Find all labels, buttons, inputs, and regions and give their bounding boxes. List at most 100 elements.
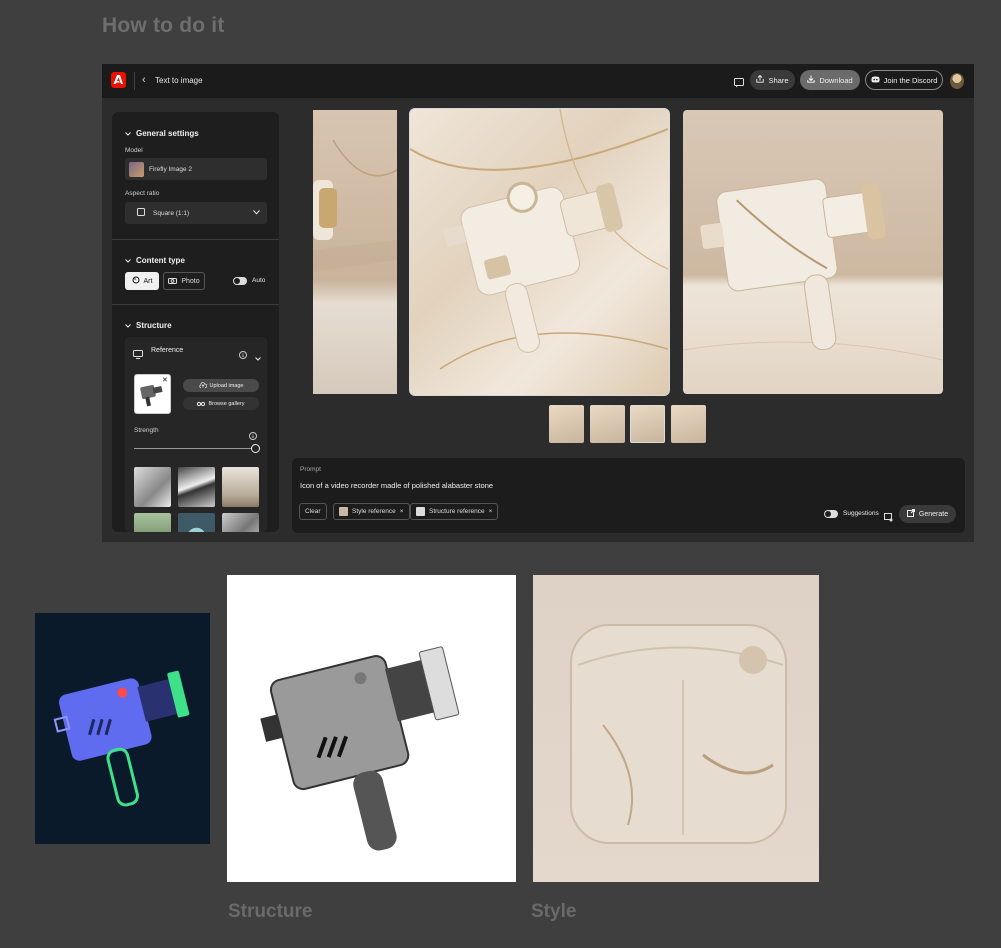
download-button[interactable]: Download — [800, 70, 860, 90]
structure-reference-panel: Reference ✕ Upload image Browse gallery … — [125, 337, 267, 532]
breadcrumb[interactable]: Text to image — [155, 76, 203, 85]
chevron-down-icon[interactable] — [255, 348, 261, 366]
download-icon — [807, 75, 815, 85]
suggestions-toggle[interactable] — [824, 510, 838, 518]
model-thumbnail — [129, 161, 144, 177]
clear-label: Clear — [305, 508, 321, 515]
suggestions-icon[interactable] — [884, 509, 893, 527]
divider — [112, 239, 279, 240]
structure-caption: Structure — [228, 901, 313, 922]
chat-icon[interactable] — [734, 75, 744, 88]
prompt-label: Prompt — [300, 466, 321, 473]
auto-label: Auto — [252, 277, 266, 284]
variation-thumb-3-selected[interactable] — [630, 405, 665, 443]
info-icon[interactable] — [239, 346, 247, 364]
structure-title: Structure — [136, 321, 172, 330]
generated-image-right[interactable] — [683, 110, 943, 394]
prompt-panel: Prompt Icon of a video recorder madle of… — [292, 458, 965, 533]
content-type-header[interactable]: Content type — [125, 256, 185, 265]
share-label: Share — [768, 75, 789, 85]
strength-label: Strength — [134, 427, 159, 434]
clear-button[interactable]: Clear — [299, 503, 327, 520]
binoculars-icon — [197, 400, 206, 408]
discord-label: Join the Discord — [883, 75, 938, 85]
structure-reference-thumbnail — [416, 507, 425, 516]
photo-label: Photo — [181, 277, 200, 285]
chevron-down-icon — [253, 210, 260, 217]
browse-gallery-button[interactable]: Browse gallery — [183, 397, 259, 410]
gallery-thumb-field[interactable] — [134, 513, 171, 532]
chevron-down-icon — [125, 129, 131, 138]
close-icon[interactable]: × — [489, 508, 493, 515]
reference-image[interactable]: ✕ — [134, 374, 171, 414]
page-heading: How to do it — [102, 14, 225, 37]
variation-thumb-1[interactable] — [549, 405, 584, 443]
aspect-ratio-value: Square (1:1) — [153, 209, 190, 217]
generated-image-partial-left[interactable] — [313, 110, 397, 394]
reference-icon — [133, 346, 143, 364]
art-label: Art — [143, 277, 153, 285]
generate-icon — [906, 509, 915, 519]
structure-reference-chip[interactable]: Structure reference × — [410, 503, 499, 520]
strength-slider-handle[interactable] — [251, 444, 260, 453]
upload-label: Upload image — [209, 382, 244, 389]
close-icon[interactable]: ✕ — [162, 376, 168, 384]
prompt-input[interactable]: Icon of a video recorder madle of polish… — [300, 481, 493, 490]
join-discord-button[interactable]: Join the Discord — [865, 70, 943, 90]
content-type-title: Content type — [136, 256, 185, 265]
general-settings-header[interactable]: General settings — [125, 129, 199, 138]
suggestions-label: Suggestions — [843, 510, 879, 517]
camera-icon — [168, 277, 178, 286]
gallery-thumb-sketch[interactable] — [134, 467, 171, 507]
settings-sidebar: General settings Model Firefly Image 2 A… — [112, 112, 279, 532]
generated-image-selected[interactable] — [409, 108, 670, 396]
art-toggle-button[interactable]: Art — [125, 272, 159, 290]
info-icon[interactable] — [249, 427, 257, 445]
structure-reference-label: Structure reference — [429, 508, 485, 515]
model-select[interactable]: Firefly Image 2 — [125, 158, 267, 180]
discord-icon — [871, 75, 880, 85]
art-icon — [132, 276, 140, 286]
gallery-thumb-landscape[interactable] — [178, 467, 215, 507]
model-value: Firefly Image 2 — [149, 165, 192, 173]
style-caption: Style — [531, 901, 577, 922]
reference-label: Reference — [151, 347, 184, 354]
style-reference-label: Style reference — [352, 508, 396, 515]
chevron-down-icon — [125, 256, 131, 265]
auto-toggle[interactable] — [233, 277, 247, 285]
style-reference-chip[interactable]: Style reference × — [333, 503, 410, 520]
photo-toggle-button[interactable]: Photo — [163, 272, 205, 290]
source-icon-image — [35, 613, 210, 844]
aspect-ratio-select[interactable]: Square (1:1) — [125, 202, 267, 224]
style-reference-image — [533, 575, 819, 882]
generate-button[interactable]: Generate — [899, 505, 956, 523]
browse-label: Browse gallery — [208, 400, 245, 407]
avatar[interactable] — [950, 73, 964, 89]
style-reference-thumbnail — [339, 507, 348, 516]
close-icon[interactable]: × — [400, 508, 404, 515]
adobe-logo-icon[interactable] — [111, 72, 126, 88]
general-settings-title: General settings — [136, 129, 199, 138]
model-label: Model — [125, 147, 143, 154]
divider — [112, 304, 279, 305]
share-button[interactable]: Share — [750, 70, 795, 90]
share-icon — [756, 74, 765, 85]
upload-image-button[interactable]: Upload image — [183, 379, 259, 392]
structure-header[interactable]: Structure — [125, 321, 172, 330]
download-label: Download — [819, 75, 853, 85]
gallery-thumb-sphere[interactable] — [178, 513, 215, 532]
generate-label: Generate — [918, 510, 949, 518]
square-icon — [137, 208, 145, 218]
gallery-thumb-interior[interactable] — [222, 467, 259, 507]
divider — [134, 72, 135, 90]
strength-slider-track[interactable] — [134, 448, 254, 449]
chevron-down-icon — [125, 321, 131, 330]
structure-reference-image — [227, 575, 516, 882]
variation-thumb-2[interactable] — [590, 405, 625, 443]
aspect-ratio-label: Aspect ratio — [125, 190, 160, 197]
chevron-left-icon[interactable]: ‹ — [142, 74, 146, 86]
gallery-thumb-pattern[interactable] — [222, 513, 259, 532]
firefly-app-window: ‹ Text to image Share Download Join the … — [102, 64, 974, 542]
top-bar: ‹ Text to image Share Download Join the … — [102, 64, 974, 98]
variation-thumb-4[interactable] — [671, 405, 706, 443]
